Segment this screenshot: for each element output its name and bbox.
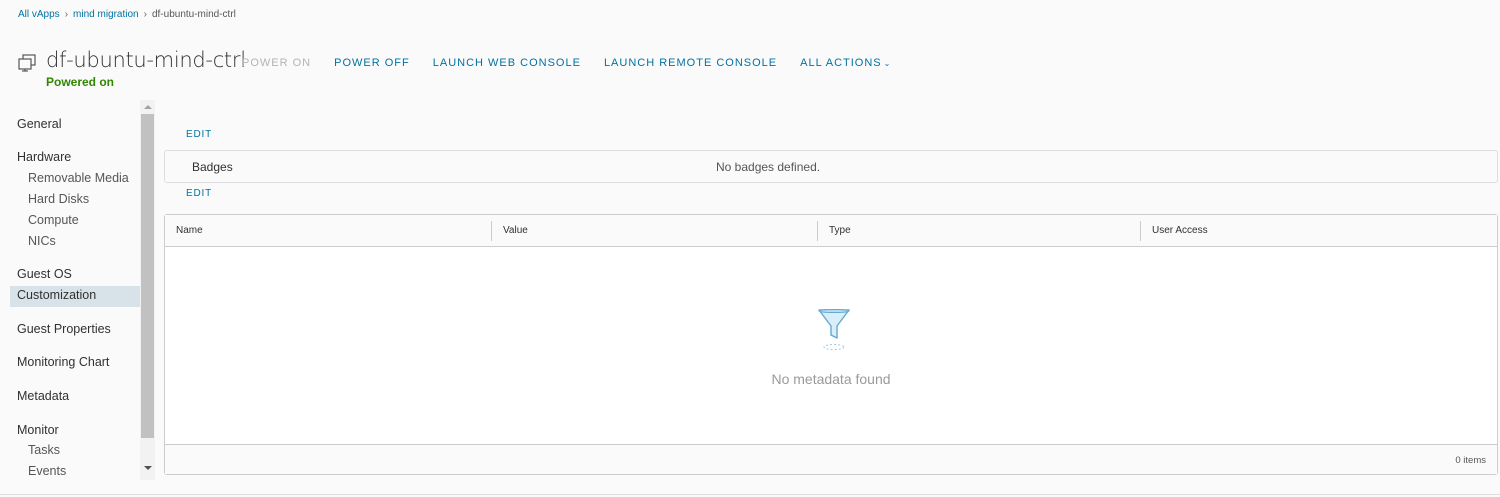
breadcrumb-current: df-ubuntu-mind-ctrl: [151, 8, 236, 20]
action-bar: POWER ON POWER OFF LAUNCH WEB CONSOLE LA…: [242, 57, 914, 69]
column-resizer[interactable]: [491, 221, 492, 241]
sidebar-item-metadata[interactable]: Metadata: [17, 389, 69, 403]
power-off-button[interactable]: POWER OFF: [334, 57, 410, 69]
breadcrumb: All vApps › mind migration › df-ubuntu-m…: [18, 8, 236, 20]
column-header-user-access[interactable]: User Access: [1152, 225, 1208, 236]
breadcrumb-link-all-vapps[interactable]: All vApps: [18, 9, 60, 20]
badges-value: No badges defined.: [716, 160, 821, 174]
column-header-name[interactable]: Name: [176, 225, 203, 236]
badges-panel: Badges No badges defined.: [164, 150, 1498, 183]
scrollbar-thumb[interactable]: [141, 114, 154, 438]
sidebar-item-hard-disks[interactable]: Hard Disks: [28, 192, 89, 206]
breadcrumb-separator: ›: [143, 8, 147, 20]
sidebar-item-hardware[interactable]: Hardware: [17, 150, 71, 164]
divider: [0, 494, 1500, 495]
page-title: df-ubuntu-mind-ctrl: [46, 48, 246, 72]
sidebar-item-customization[interactable]: Customization: [17, 288, 96, 302]
launch-remote-console-button[interactable]: LAUNCH REMOTE CONSOLE: [604, 57, 777, 69]
sidebar-item-guest-properties[interactable]: Guest Properties: [17, 322, 111, 336]
sidebar-item-tasks[interactable]: Tasks: [28, 443, 60, 457]
breadcrumb-separator: ›: [64, 8, 69, 20]
metadata-edit-button[interactable]: EDIT: [186, 188, 212, 199]
sidebar-item-nics[interactable]: NICs: [28, 234, 56, 248]
all-actions-label: ALL ACTIONS: [800, 57, 882, 69]
scroll-down-arrow-icon[interactable]: [144, 466, 152, 470]
column-header-value[interactable]: Value: [503, 225, 528, 236]
sidebar-item-guest-os[interactable]: Guest OS: [17, 267, 72, 281]
funnel-icon: [818, 309, 850, 350]
column-resizer[interactable]: [817, 221, 818, 241]
grid-footer: 0 items: [165, 444, 1497, 474]
all-actions-button[interactable]: ALL ACTIONS ⌄: [800, 57, 891, 69]
sidebar-item-monitoring-chart[interactable]: Monitoring Chart: [17, 355, 109, 369]
column-header-type[interactable]: Type: [829, 225, 851, 236]
metadata-grid: Name Value Type User Access No metadata …: [164, 214, 1498, 475]
item-count: 0 items: [1455, 455, 1486, 466]
sidebar-item-general[interactable]: General: [17, 117, 61, 131]
sidebar-item-events[interactable]: Events: [28, 464, 66, 478]
sidebar-item-monitor[interactable]: Monitor: [17, 423, 59, 437]
sidebar-item-removable-media[interactable]: Removable Media: [28, 171, 129, 185]
grid-header: Name Value Type User Access: [165, 215, 1497, 247]
power-on-button[interactable]: POWER ON: [242, 57, 311, 69]
empty-state-message: No metadata found: [771, 371, 891, 387]
chevron-down-icon: ⌄: [883, 59, 892, 68]
vm-icon: [18, 54, 36, 72]
launch-web-console-button[interactable]: LAUNCH WEB CONSOLE: [433, 57, 581, 69]
badges-edit-button[interactable]: EDIT: [186, 129, 212, 140]
scroll-up-arrow-icon[interactable]: [144, 105, 152, 109]
badges-label: Badges: [192, 160, 233, 174]
column-resizer[interactable]: [1140, 221, 1141, 241]
power-status: Powered on: [46, 75, 115, 89]
sidebar-scrollbar[interactable]: [140, 100, 155, 480]
breadcrumb-link-vapp[interactable]: mind migration: [73, 9, 139, 20]
sidebar-item-compute[interactable]: Compute: [28, 213, 79, 227]
